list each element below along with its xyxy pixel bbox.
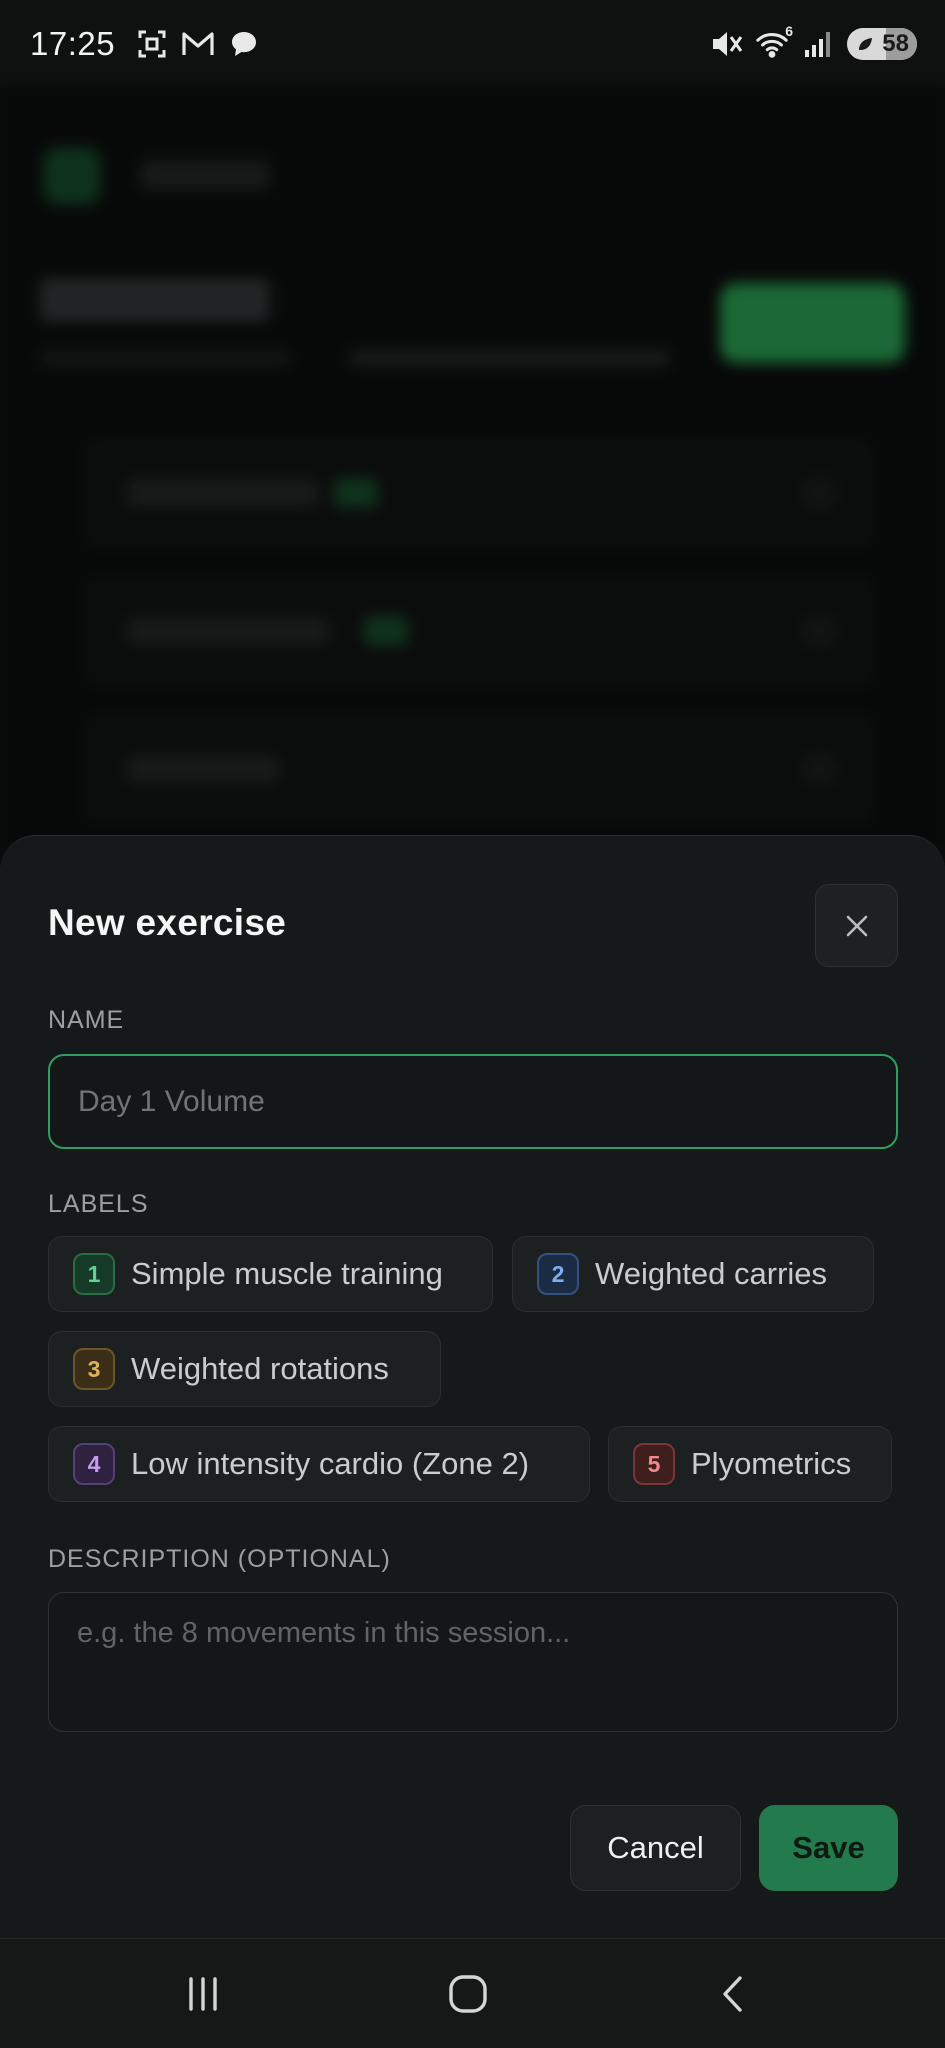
- back-icon: [723, 1976, 742, 2012]
- save-button[interactable]: Save: [759, 1805, 898, 1891]
- home-icon: [449, 1975, 487, 2013]
- name-label: NAME: [48, 1006, 125, 1034]
- label-chip-text: Weighted carries: [595, 1256, 828, 1291]
- new-exercise-sheet: New exercise NAME LABELS 1 Simple muscle…: [0, 835, 945, 1938]
- label-chip-text: Plyometrics: [691, 1446, 852, 1481]
- navigation-bar: [0, 1938, 945, 2048]
- signal-icon: [801, 27, 835, 61]
- description-label: DESCRIPTION (OPTIONAL): [48, 1545, 391, 1573]
- bg-list-item: [84, 576, 874, 686]
- label-chip-weighted-rotations[interactable]: 3 Weighted rotations: [48, 1331, 441, 1407]
- bg-subtitle: [40, 350, 290, 366]
- close-button[interactable]: [815, 884, 898, 967]
- battery-indicator: 58: [847, 28, 917, 60]
- gmail-icon: [181, 27, 215, 61]
- description-input[interactable]: [48, 1592, 898, 1732]
- mute-icon: [709, 27, 743, 61]
- recent-apps-icon: [189, 1977, 217, 2011]
- battery-saver-icon: [859, 38, 872, 50]
- bg-list-item: [84, 714, 874, 824]
- notification-icons: [135, 27, 261, 61]
- cancel-button[interactable]: Cancel: [570, 1805, 741, 1891]
- bg-page-title: [40, 278, 270, 322]
- screenshot-icon: [135, 27, 169, 61]
- chat-bubble-icon: [227, 27, 261, 61]
- close-icon: [846, 915, 867, 936]
- background-app-blurred: [0, 88, 945, 848]
- sheet-title: New exercise: [48, 902, 287, 943]
- label-number-badge: 5: [633, 1443, 675, 1485]
- bg-add-button: [720, 283, 905, 363]
- label-number-badge: 1: [73, 1253, 115, 1295]
- labels-label: LABELS: [48, 1190, 149, 1218]
- label-chip-text: Simple muscle training: [131, 1256, 443, 1291]
- label-number-badge: 4: [73, 1443, 115, 1485]
- bg-logo-text: [140, 160, 270, 190]
- label-number-badge: 3: [73, 1348, 115, 1390]
- system-icons: 6 58: [709, 23, 917, 61]
- bg-list-item: [84, 438, 874, 548]
- name-input[interactable]: [48, 1054, 898, 1149]
- label-chip-text: Low intensity cardio (Zone 2): [131, 1446, 530, 1481]
- bg-logo: [44, 148, 100, 204]
- label-chip-text: Weighted rotations: [131, 1351, 389, 1386]
- back-button[interactable]: [704, 1964, 764, 2024]
- label-number-badge: 2: [537, 1253, 579, 1295]
- label-chip-low-intensity-cardio[interactable]: 4 Low intensity cardio (Zone 2): [48, 1426, 590, 1502]
- wifi-badge: 6: [785, 23, 793, 39]
- bg-subtitle: [350, 350, 670, 366]
- status-bar: 17:25 6 58: [0, 0, 945, 88]
- label-chip-weighted-carries[interactable]: 2 Weighted carries: [512, 1236, 874, 1312]
- recent-apps-button[interactable]: [173, 1964, 233, 2024]
- home-button[interactable]: [438, 1964, 498, 2024]
- battery-level: 58: [882, 30, 909, 57]
- label-chip-plyometrics[interactable]: 5 Plyometrics: [608, 1426, 892, 1502]
- wifi-icon: 6: [755, 23, 793, 61]
- status-time: 17:25: [30, 25, 116, 62]
- label-chip-simple-muscle-training[interactable]: 1 Simple muscle training: [48, 1236, 493, 1312]
